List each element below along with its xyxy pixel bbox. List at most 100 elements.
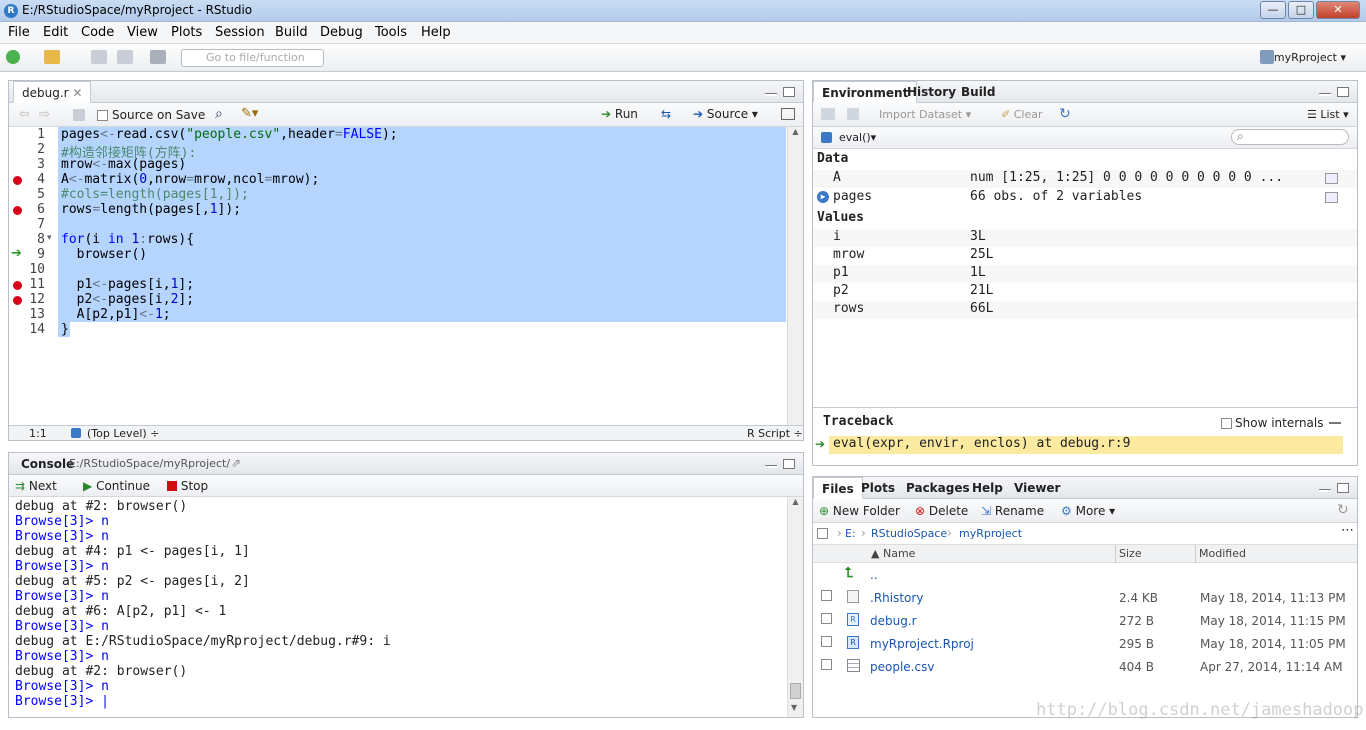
file-checkbox[interactable] [821, 590, 832, 601]
console-scrollbar[interactable]: ▲ ▼ [787, 497, 803, 717]
tab-build[interactable]: Build [953, 81, 1004, 103]
menu-debug[interactable]: Debug [320, 25, 363, 40]
code-line[interactable]: for(i in 1:rows){ [61, 232, 194, 247]
breadcrumb-current[interactable]: myRproject [959, 527, 1022, 540]
source-button[interactable]: ➔ Source ▾ [693, 107, 758, 121]
parent-dir-row[interactable]: ⮤ .. [813, 563, 1357, 586]
file-type-selector[interactable]: R Script ÷ [747, 427, 803, 440]
outline-icon[interactable] [781, 108, 795, 120]
menu-plots[interactable]: Plots [171, 25, 202, 40]
code-line[interactable]: A[p2,p1]<-1; [61, 307, 171, 322]
file-name[interactable]: people.csv [870, 660, 934, 674]
maximize-pane-icon[interactable] [783, 459, 795, 469]
goto-file-input[interactable]: Go to file/function [181, 49, 324, 67]
open-folder-icon[interactable] [44, 50, 60, 64]
delete-button[interactable]: ⊗ Delete [915, 504, 968, 518]
minimize-traceback-icon[interactable] [1329, 422, 1341, 425]
save-icon[interactable] [73, 109, 85, 121]
code-line[interactable]: mrow<-max(pages) [61, 157, 186, 172]
next-button[interactable]: ⇉ Next [15, 479, 57, 493]
load-workspace-icon[interactable] [821, 108, 835, 120]
file-name[interactable]: debug.r [870, 614, 917, 628]
breakpoint-icon[interactable] [13, 281, 22, 290]
project-menu[interactable]: myRproject ▾ [1274, 51, 1346, 64]
line-number[interactable]: 13 [9, 307, 45, 322]
run-button[interactable]: ➔ Run [601, 107, 638, 121]
more-options-icon[interactable]: ⋯ [1341, 523, 1354, 538]
minimize-pane-icon[interactable] [1319, 93, 1331, 96]
menu-view[interactable]: View [127, 25, 158, 40]
fold-icon[interactable]: ▾ [47, 233, 52, 243]
code-line[interactable]: rows=length(pages[,1]); [61, 202, 241, 217]
file-row[interactable]: R myRproject.Rproj 295 B May 18, 2014, 1… [813, 632, 1357, 655]
breadcrumb-drive[interactable]: E: [845, 527, 856, 540]
line-number[interactable]: 14 [9, 322, 45, 337]
save-icon[interactable] [91, 50, 107, 64]
file-checkbox[interactable] [821, 659, 832, 670]
clear-button[interactable]: ✐ Clear [1001, 108, 1043, 121]
env-row-value[interactable]: i 3L [813, 229, 1357, 247]
file-row[interactable]: .Rhistory 2.4 KB May 18, 2014, 11:13 PM [813, 586, 1357, 609]
go-to-directory-icon[interactable]: ⇗ [231, 456, 241, 470]
breakpoint-icon[interactable] [13, 176, 22, 185]
line-number[interactable]: 3 [9, 157, 45, 172]
env-row-value[interactable]: p2 21L [813, 283, 1357, 301]
rename-button[interactable]: ⇲ Rename [981, 504, 1044, 518]
view-grid-icon[interactable] [1325, 173, 1338, 184]
line-number[interactable]: 10 [9, 262, 45, 277]
stop-button[interactable]: Stop [167, 479, 208, 493]
minimize-pane-icon[interactable] [765, 93, 777, 96]
save-all-icon[interactable] [117, 50, 133, 64]
parent-dir-link[interactable]: .. [870, 568, 878, 582]
file-checkbox[interactable] [821, 613, 832, 624]
environment-search-input[interactable]: ⌕ [1231, 129, 1349, 145]
menu-edit[interactable]: Edit [43, 25, 68, 40]
breakpoint-icon[interactable] [13, 206, 22, 215]
print-icon[interactable] [150, 50, 166, 64]
menu-code[interactable]: Code [81, 25, 114, 40]
code-line[interactable]: A<-matrix(0,nrow=mrow,ncol=mrow); [61, 172, 319, 187]
scroll-thumb[interactable] [790, 683, 801, 699]
import-dataset-button[interactable]: Import Dataset ▾ [879, 108, 971, 121]
env-row-value[interactable]: p1 1L [813, 265, 1357, 283]
minimize-pane-icon[interactable] [765, 465, 777, 468]
menu-session[interactable]: Session [215, 25, 265, 40]
line-number[interactable]: 8 [9, 232, 45, 247]
expand-icon[interactable]: ▶ [817, 191, 829, 203]
editor-scrollbar[interactable]: ▲ [787, 127, 803, 425]
new-file-icon[interactable] [6, 50, 20, 64]
minimize-pane-icon[interactable] [1319, 489, 1331, 492]
maximize-pane-icon[interactable] [1337, 483, 1349, 493]
source-on-save-checkbox[interactable] [97, 110, 108, 121]
close-tab-icon[interactable]: ✕ [72, 86, 82, 100]
code-line[interactable]: #cols=length(pages[1,]); [61, 187, 249, 202]
close-button[interactable]: ✕ [1316, 1, 1360, 19]
breakpoint-icon[interactable] [13, 296, 22, 305]
magic-wand-icon[interactable]: ✎▾ [241, 106, 258, 121]
console-output[interactable]: debug at #2: browser() Browse[3]> n Browse… [9, 497, 787, 717]
tab-viewer[interactable]: Viewer [1006, 477, 1068, 499]
select-all-checkbox[interactable] [817, 528, 828, 539]
file-row[interactable]: people.csv 404 B Apr 27, 2014, 11:14 AM [813, 655, 1357, 678]
more-button[interactable]: ⚙ More ▾ [1061, 504, 1115, 518]
line-number[interactable]: 7 [9, 217, 45, 232]
env-row-data[interactable]: A num [1:25, 1:25] 0 0 0 0 0 0 0 0 0 0 .… [813, 170, 1357, 188]
refresh-icon[interactable]: ↻ [1059, 106, 1071, 122]
env-row-data[interactable]: ▶ pages 66 obs. of 2 variables [813, 189, 1357, 207]
scroll-up-icon[interactable]: ▲ [788, 497, 803, 506]
menu-build[interactable]: Build [275, 25, 308, 40]
scope-selector[interactable]: eval()▾ [839, 131, 876, 144]
code-area[interactable]: 1 pages<-read.csv("people.csv",header=FAL… [9, 127, 803, 425]
file-checkbox[interactable] [821, 636, 832, 647]
menu-file[interactable]: File [8, 25, 30, 40]
file-name[interactable]: myRproject.Rproj [870, 637, 974, 651]
menu-help[interactable]: Help [421, 25, 451, 40]
tab-help[interactable]: Help [964, 477, 1011, 499]
save-workspace-icon[interactable] [847, 108, 859, 120]
rerun-icon[interactable]: ⇆ [661, 107, 671, 121]
code-line[interactable]: } [61, 322, 69, 337]
breadcrumb-folder[interactable]: RStudioSpace [871, 527, 947, 540]
env-row-value[interactable]: rows 66L [813, 301, 1357, 319]
column-modified[interactable]: Modified [1199, 547, 1246, 560]
line-number[interactable]: 2 [9, 142, 45, 157]
